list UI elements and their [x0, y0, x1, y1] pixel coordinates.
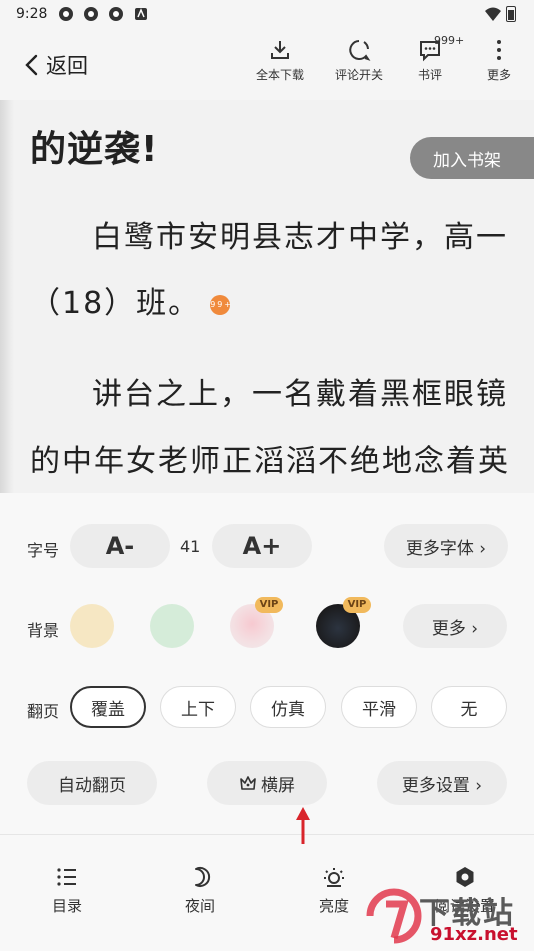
brightness-icon — [324, 868, 344, 887]
chapter-title: 的逆袭! — [30, 129, 159, 170]
notification-icon — [84, 7, 98, 21]
annotation-arrow-icon — [296, 807, 310, 844]
tool-label: 全本下载 — [255, 68, 304, 82]
landscape-label: 横屏 — [261, 775, 295, 796]
tool-label: 评论开关 — [334, 68, 383, 82]
vip-badge: VIP — [343, 597, 371, 613]
tool-label: 书评 — [417, 68, 442, 82]
page-turn-option-smooth[interactable]: 平滑 — [341, 686, 417, 728]
more-backgrounds-button[interactable]: 更多 › — [403, 604, 507, 648]
nav-catalog[interactable]: 目录 — [22, 865, 112, 916]
add-to-shelf-button[interactable]: 加入书架 — [410, 137, 534, 179]
watermark-logo-icon — [366, 888, 422, 944]
text-line: （18）班。 99+ — [30, 278, 231, 322]
page-turn-option-cover[interactable]: 覆盖 — [70, 686, 146, 728]
more-vertical-icon — [497, 40, 501, 60]
font-decrease-button[interactable]: A- — [70, 524, 170, 568]
page-turn-label: 翻页 — [27, 702, 60, 721]
background-swatch-green[interactable] — [150, 604, 194, 648]
site-watermark: 下载站 91xz.net — [364, 884, 534, 950]
page-edge-shadow — [0, 100, 14, 493]
app-notification-icon — [135, 8, 147, 20]
notification-icon — [59, 7, 73, 21]
text-line: 的中年女老师正滔滔不绝地念着英 — [30, 444, 510, 479]
watermark-url: 91xz.net — [430, 924, 518, 945]
tool-label: 更多 — [486, 68, 511, 82]
font-increase-button[interactable]: A+ — [212, 524, 312, 568]
text-line: 讲台之上，一名戴着黑框眼镜 — [92, 377, 508, 412]
download-icon — [271, 41, 289, 59]
crown-icon — [240, 776, 256, 790]
font-size-value: 41 — [180, 537, 201, 556]
vip-badge: VIP — [255, 597, 283, 613]
back-label: 返回 — [46, 54, 88, 78]
page-turn-option-none[interactable]: 无 — [431, 686, 507, 728]
more-settings-button[interactable]: 更多设置 › — [377, 761, 507, 805]
battery-icon — [506, 6, 516, 22]
background-label: 背景 — [27, 621, 60, 640]
reading-settings-panel: 字号 A- 41 A+ 更多字体 › 背景 VIP VIP 更多 › 翻页 覆盖… — [0, 493, 534, 834]
reader-top-bar: 返回 全本下载 评论开关 999+ 书评 更多 — [0, 30, 534, 100]
back-button[interactable]: 返回 — [24, 50, 88, 80]
auto-page-button[interactable]: 自动翻页 — [27, 761, 157, 805]
book-review-button[interactable]: 999+ 书评 — [398, 34, 464, 83]
landscape-button[interactable]: 横屏 — [207, 761, 327, 805]
more-fonts-button[interactable]: 更多字体 › — [384, 524, 508, 568]
download-all-button[interactable]: 全本下载 — [248, 38, 312, 83]
page-turn-option-vertical[interactable]: 上下 — [160, 686, 236, 728]
comment-toggle-button[interactable]: 评论开关 — [327, 38, 391, 83]
nav-night-mode[interactable]: 夜间 — [155, 865, 245, 916]
list-icon — [57, 868, 76, 886]
moon-icon — [195, 867, 211, 887]
background-swatch-beige[interactable] — [70, 604, 114, 648]
font-size-label: 字号 — [27, 541, 60, 560]
reading-area[interactable]: 的逆袭! 加入书架 白鹭市安明县志才中学，高一 （18）班。 99+ 讲台之上，一… — [0, 100, 534, 493]
review-count-badge: 999+ — [434, 34, 465, 47]
nav-label: 夜间 — [184, 897, 215, 915]
text-line: 白鹭市安明县志才中学，高一 — [92, 220, 508, 255]
status-time: 9:28 — [16, 6, 48, 22]
comment-toggle-icon — [349, 40, 371, 61]
back-arrow-icon — [25, 54, 38, 76]
notification-icon — [109, 7, 123, 21]
wifi-icon — [485, 7, 501, 21]
nav-label: 目录 — [51, 897, 82, 915]
status-bar: 9:28 — [0, 0, 534, 30]
page-turn-option-simulation[interactable]: 仿真 — [250, 686, 326, 728]
more-button[interactable]: 更多 — [467, 38, 531, 83]
text-line-content: （18）班。 — [30, 286, 201, 321]
paragraph-comment-badge[interactable]: 99+ — [210, 294, 231, 315]
